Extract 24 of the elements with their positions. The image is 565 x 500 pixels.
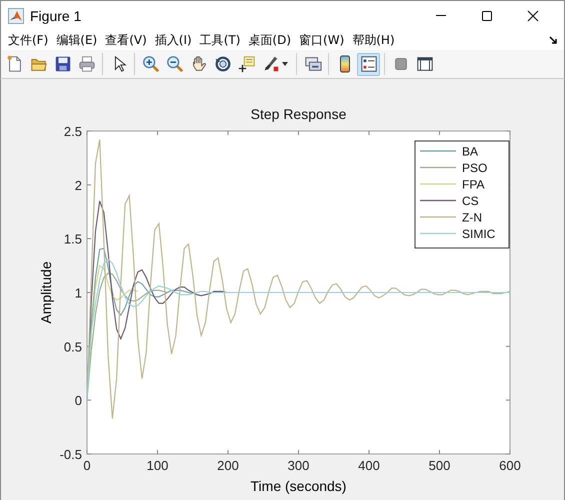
legend-label: FPA: [462, 178, 484, 192]
tick-label: 600: [499, 458, 521, 473]
tick-label: 0: [74, 393, 82, 408]
tick-label: 0.5: [64, 339, 82, 354]
tick-label: 2: [74, 178, 82, 193]
x-axis-label: Time (seconds): [250, 478, 346, 494]
tick-label: 500: [428, 458, 450, 473]
tick-label: 0: [83, 458, 91, 473]
legend-label: SIMIC: [462, 227, 496, 241]
tick-label: -0.5: [60, 447, 82, 462]
tick-label: 400: [358, 458, 380, 473]
legend-label: BA: [462, 144, 478, 158]
legend-label: PSO: [462, 161, 488, 175]
chart-title: Step Response: [250, 106, 346, 122]
tick-label: 300: [288, 458, 310, 473]
tick-label: 1: [74, 286, 82, 300]
legend-label: Z-N: [462, 210, 482, 224]
legend-label: CS: [462, 194, 479, 208]
window-title: Figure 1: [30, 8, 82, 24]
tick-label: 200: [217, 458, 239, 473]
tick-label: 1.5: [64, 232, 82, 247]
tick-label: 100: [146, 458, 168, 473]
y-axis-label: Amplitude: [38, 261, 54, 324]
tick-label: 2.5: [64, 124, 82, 139]
